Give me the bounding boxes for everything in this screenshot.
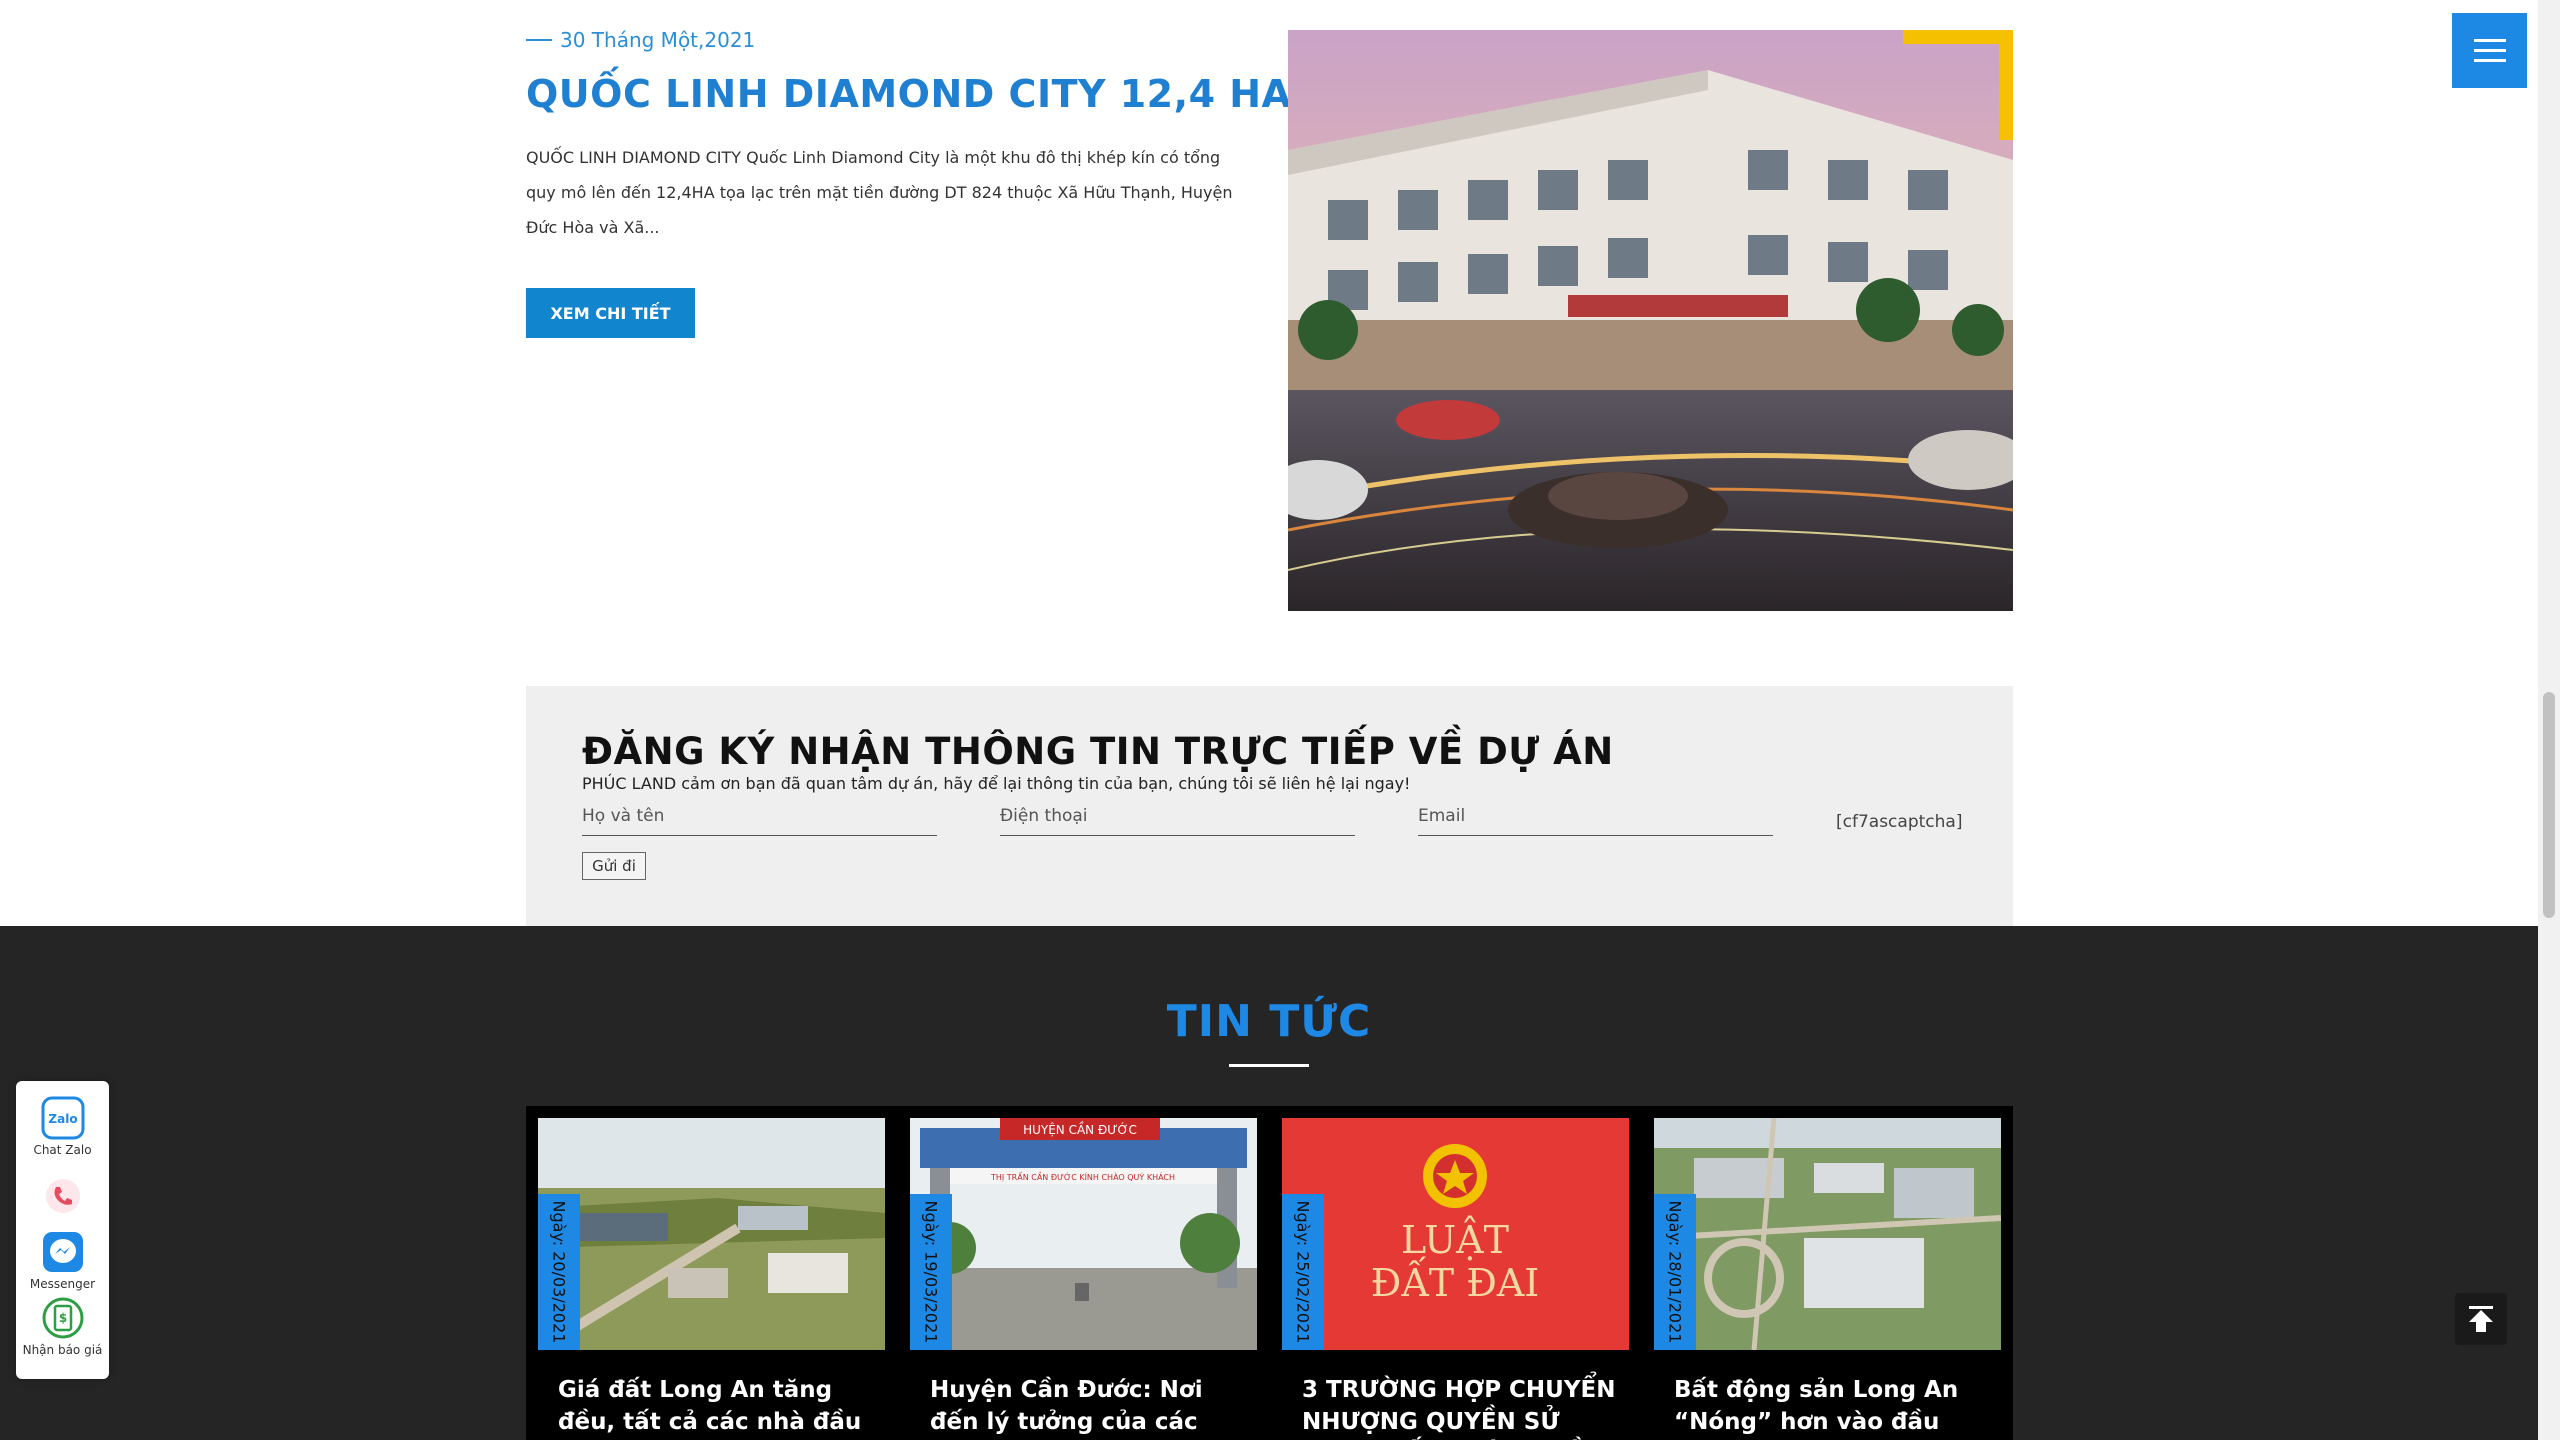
registration-form: ĐĂNG KÝ NHẬN THÔNG TIN TRỰC TIẾP VỀ DỰ Á… [526, 686, 2013, 926]
zalo-icon: Zalo [40, 1095, 86, 1141]
call-button[interactable] [16, 1173, 109, 1219]
news-heading: TIN TỨC [1166, 996, 1372, 1047]
aerial-industrial-thumb [1654, 1118, 2001, 1350]
captcha-placeholder: [cf7ascaptcha] [1836, 812, 1963, 832]
news-title[interactable]: 3 TRƯỜNG HỢP CHUYỂN NHƯỢNG QUYỀN SỬ DỤNG… [1302, 1374, 1622, 1440]
news-section: TIN TỨC Ngày: 20/03/2021 Giá đất Long An… [0, 926, 2538, 1440]
news-card[interactable]: HUYỆN CẦN ĐƯỚC THỊ TRẤN CẦN ĐƯỚC KÍNH CH… [910, 1118, 1257, 1440]
registration-subtitle: PHÚC LAND cảm ơn bạn đã quan tâm dự án, … [582, 774, 1411, 793]
date-badge: Ngày: 25/02/2021 [1282, 1194, 1324, 1350]
project-excerpt: QUỐC LINH DIAMOND CITY Quốc Linh Diamond… [526, 148, 1233, 237]
gate-sign: HUYỆN CẦN ĐƯỚC [1023, 1121, 1137, 1137]
scrollbar-thumb[interactable] [2543, 692, 2555, 918]
hamburger-menu-icon-bar [2473, 49, 2506, 52]
submit-button[interactable]: Gửi đi [582, 852, 646, 880]
news-title[interactable]: Giá đất Long An tăng đều, tất cả các nhà… [558, 1374, 878, 1440]
news-date: Ngày: 25/02/2021 [1293, 1200, 1313, 1344]
news-card[interactable]: LUẬT ĐẤT ĐAI Ngày: 25/02/2021 3 TRƯỜNG H… [1282, 1118, 1629, 1440]
chat-zalo-button[interactable]: Zalo Chat Zalo [16, 1095, 109, 1157]
news-date: Ngày: 19/03/2021 [921, 1200, 941, 1344]
date-badge: Ngày: 28/01/2021 [1654, 1194, 1696, 1350]
messenger-label: Messenger [29, 1277, 96, 1291]
messenger-button[interactable]: Messenger [16, 1229, 109, 1291]
svg-text:$: $ [58, 1311, 66, 1325]
phone-field[interactable] [1000, 802, 1355, 836]
image-corner-accent [1903, 30, 2013, 140]
news-thumbnail[interactable]: HUYỆN CẦN ĐƯỚC THỊ TRẤN CẦN ĐƯỚC KÍNH CH… [910, 1118, 1257, 1350]
news-date: Ngày: 20/03/2021 [549, 1200, 569, 1344]
phone-icon [40, 1173, 86, 1219]
project-image[interactable] [1288, 30, 2013, 611]
menu-button[interactable] [2452, 13, 2527, 88]
date-dash [526, 39, 552, 41]
news-thumbnail[interactable] [1654, 1118, 2001, 1350]
messenger-icon [40, 1229, 86, 1275]
hamburger-menu-icon [2473, 39, 2506, 42]
price-quote-icon: $ [40, 1295, 86, 1341]
name-field[interactable] [582, 802, 937, 836]
email-field[interactable] [1418, 802, 1773, 836]
page: 30 Tháng Một,2021 QUỐC LINH DIAMOND CITY… [0, 0, 2560, 1440]
hamburger-menu-icon-bar [2473, 59, 2506, 62]
back-to-top-button[interactable] [2455, 1293, 2507, 1345]
post-date-text: 30 Tháng Một,2021 [560, 28, 756, 52]
law-word-2: ĐẤT ĐAI [1371, 1257, 1540, 1305]
date-badge: Ngày: 19/03/2021 [910, 1194, 952, 1350]
news-card[interactable]: Ngày: 20/03/2021 Giá đất Long An tăng đề… [538, 1118, 885, 1440]
contact-sidebar: Zalo Chat Zalo Messenger $ Nhận báo giá [16, 1081, 109, 1379]
news-date: Ngày: 28/01/2021 [1665, 1200, 1685, 1344]
registration-title: ĐĂNG KÝ NHẬN THÔNG TIN TRỰC TIẾP VỀ DỰ Á… [582, 730, 1614, 773]
land-law-thumb: LUẬT ĐẤT ĐAI [1282, 1118, 1629, 1350]
news-grid: Ngày: 20/03/2021 Giá đất Long An tăng đề… [526, 1106, 2013, 1440]
post-date: 30 Tháng Một,2021 [526, 28, 755, 52]
district-gate-thumb: HUYỆN CẦN ĐƯỚC THỊ TRẤN CẦN ĐƯỚC KÍNH CH… [910, 1118, 1257, 1350]
news-heading-underline [1229, 1064, 1309, 1067]
news-title[interactable]: Huyện Cần Đước: Nơi đến lý tưởng của các… [930, 1374, 1250, 1440]
law-word-1: LUẬT [1401, 1216, 1509, 1262]
view-detail-button[interactable]: XEM CHI TIẾT [526, 288, 695, 338]
date-badge: Ngày: 20/03/2021 [538, 1194, 580, 1350]
arrow-up-icon [2469, 1306, 2493, 1332]
zalo-logo-text: Zalo [48, 1112, 77, 1126]
news-card[interactable]: Ngày: 28/01/2021 Bất động sản Long An “N… [1654, 1118, 2001, 1440]
page-scrollbar[interactable] [2538, 0, 2560, 1440]
news-thumbnail[interactable]: LUẬT ĐẤT ĐAI [1282, 1118, 1629, 1350]
news-title[interactable]: Bất động sản Long An “Nóng” hơn vào đầu … [1674, 1374, 1994, 1440]
project-title[interactable]: QUỐC LINH DIAMOND CITY 12,4 HA [526, 72, 1291, 116]
news-thumbnail[interactable] [538, 1118, 885, 1350]
get-quote-label: Nhận báo giá [22, 1343, 103, 1357]
chat-zalo-label: Chat Zalo [33, 1143, 92, 1157]
get-quote-button[interactable]: $ Nhận báo giá [16, 1295, 109, 1357]
industrial-park-thumb [538, 1118, 885, 1350]
